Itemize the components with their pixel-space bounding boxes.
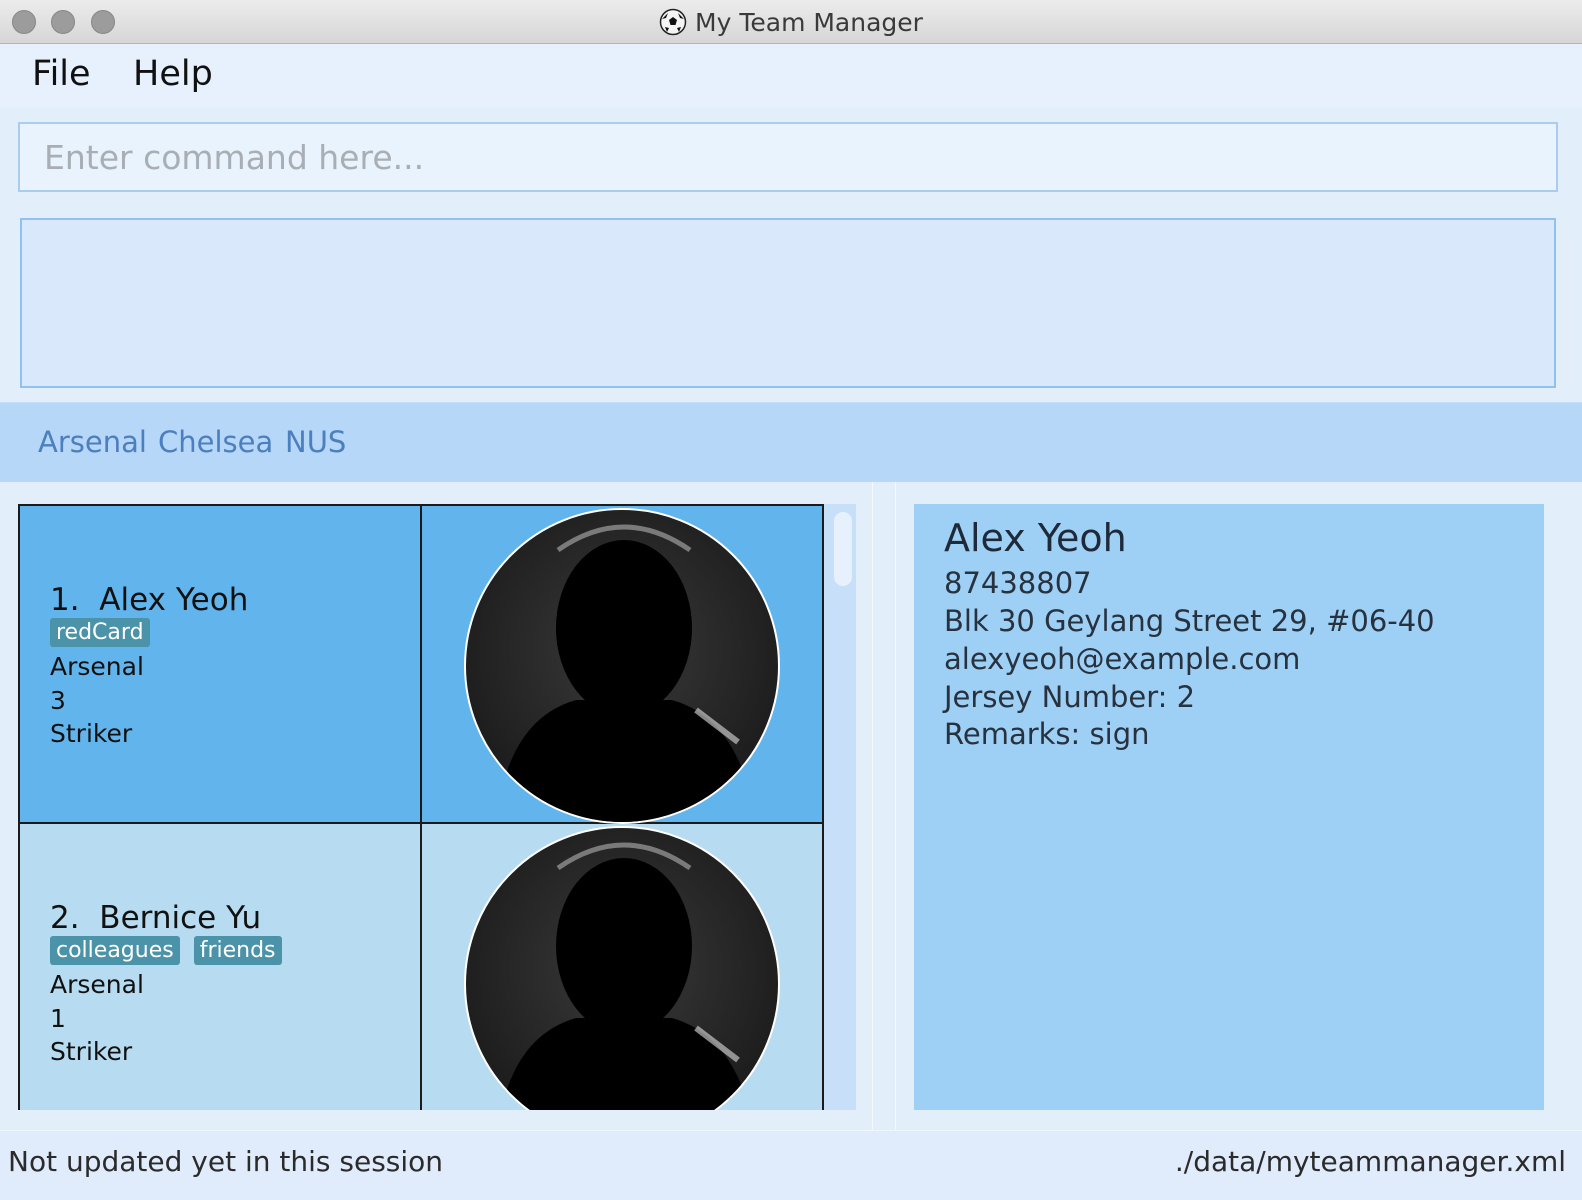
team-link-chelsea[interactable]: Chelsea bbox=[158, 425, 273, 459]
player-tags: redCard bbox=[50, 618, 150, 647]
person-silhouette-icon bbox=[496, 524, 756, 822]
menu-help[interactable]: Help bbox=[133, 54, 213, 94]
player-team: Arsenal bbox=[50, 652, 144, 681]
tag-label: redCard bbox=[50, 618, 150, 647]
result-area bbox=[0, 204, 1582, 402]
detail-address: Blk 30 Geylang Street 29, #06-40 bbox=[944, 604, 1435, 638]
player-name-line: 1. Alex Yeoh bbox=[50, 582, 248, 618]
sync-status: Not updated yet in this session bbox=[8, 1145, 444, 1178]
player-avatar bbox=[464, 826, 780, 1110]
player-name-line: 2. Bernice Yu bbox=[50, 900, 261, 936]
player-list-scrollbar[interactable] bbox=[828, 504, 856, 1110]
player-tags: colleagues friends bbox=[50, 936, 282, 965]
window-title: My Team Manager bbox=[695, 7, 923, 37]
command-area bbox=[0, 108, 1582, 204]
save-location: ./data/myteammanager.xml bbox=[1174, 1145, 1566, 1178]
soccer-ball-icon bbox=[659, 8, 687, 36]
window-title-group: My Team Manager bbox=[0, 0, 1582, 44]
command-input[interactable] bbox=[18, 122, 1558, 192]
player-card-photo bbox=[422, 824, 824, 1110]
player-card[interactable]: 1. Alex Yeoh redCard Arsenal 3 Striker bbox=[18, 504, 824, 824]
split-pane-divider[interactable] bbox=[872, 482, 896, 1130]
player-list[interactable]: 1. Alex Yeoh redCard Arsenal 3 Striker 2… bbox=[18, 504, 856, 1110]
person-silhouette-icon bbox=[501, 842, 750, 1110]
team-link-arsenal[interactable]: Arsenal bbox=[38, 425, 147, 459]
result-display[interactable] bbox=[20, 218, 1556, 388]
player-index: 1. bbox=[50, 582, 80, 618]
title-bar: My Team Manager bbox=[0, 0, 1582, 44]
detail-phone: 87438807 bbox=[944, 566, 1092, 600]
player-card-info: 1. Alex Yeoh redCard Arsenal 3 Striker bbox=[18, 504, 422, 824]
detail-email: alexyeoh@example.com bbox=[944, 642, 1301, 676]
menu-bar: File Help bbox=[0, 44, 1582, 108]
player-jersey: 3 bbox=[50, 686, 66, 715]
detail-jersey: Jersey Number: 2 bbox=[944, 680, 1196, 714]
status-bar: Not updated yet in this session ./data/m… bbox=[0, 1130, 1582, 1200]
tag-label: colleagues bbox=[50, 936, 180, 965]
player-position: Striker bbox=[50, 1037, 133, 1066]
player-card-info: 2. Bernice Yu colleagues friends Arsenal… bbox=[18, 824, 422, 1110]
player-avatar bbox=[464, 508, 780, 824]
player-position: Striker bbox=[50, 719, 133, 748]
player-name: Alex Yeoh bbox=[99, 582, 249, 618]
player-team: Arsenal bbox=[50, 970, 144, 999]
detail-remarks: Remarks: sign bbox=[944, 717, 1150, 751]
player-card[interactable]: 2. Bernice Yu colleagues friends Arsenal… bbox=[18, 824, 824, 1110]
player-card-photo bbox=[422, 504, 824, 824]
teams-bar: Arsenal Chelsea NUS bbox=[0, 402, 1582, 482]
scroll-thumb[interactable] bbox=[834, 512, 852, 586]
main-content: 1. Alex Yeoh redCard Arsenal 3 Striker 2… bbox=[0, 482, 1582, 1130]
menu-file[interactable]: File bbox=[32, 54, 91, 94]
player-index: 2. bbox=[50, 900, 80, 936]
team-link-nus[interactable]: NUS bbox=[285, 425, 346, 459]
tag-label: friends bbox=[193, 936, 282, 965]
detail-name: Alex Yeoh bbox=[944, 516, 1127, 560]
player-detail-panel: Alex Yeoh 87438807 Blk 30 Geylang Street… bbox=[914, 504, 1544, 1110]
player-jersey: 1 bbox=[50, 1004, 66, 1033]
player-name: Bernice Yu bbox=[99, 900, 262, 936]
